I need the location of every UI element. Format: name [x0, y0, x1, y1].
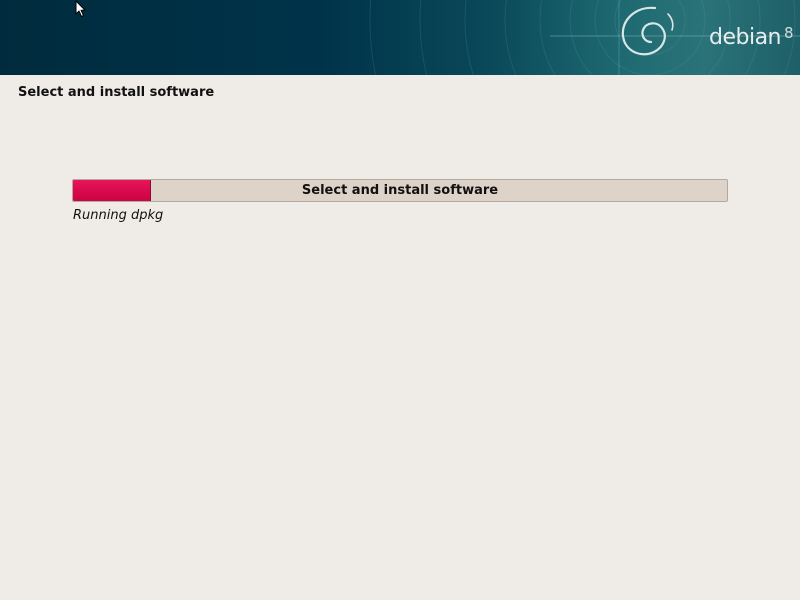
banner-decoration	[369, 0, 800, 75]
install-progress-bar: Select and install software	[72, 179, 728, 202]
progress-status: Running dpkg	[73, 208, 164, 223]
logo-version: 8	[784, 24, 794, 42]
mouse-pointer-icon	[75, 0, 86, 17]
debian-swirl-icon	[621, 6, 674, 56]
progress-label: Select and install software	[301, 183, 499, 198]
header-banner: debian 8	[0, 0, 800, 75]
debian-logo: debian 8	[709, 18, 794, 53]
installer-screen: debian 8 Select and install software Sele…	[0, 0, 800, 600]
page-title: Select and install software	[18, 85, 215, 100]
logo-wordmark: debian	[709, 25, 782, 50]
